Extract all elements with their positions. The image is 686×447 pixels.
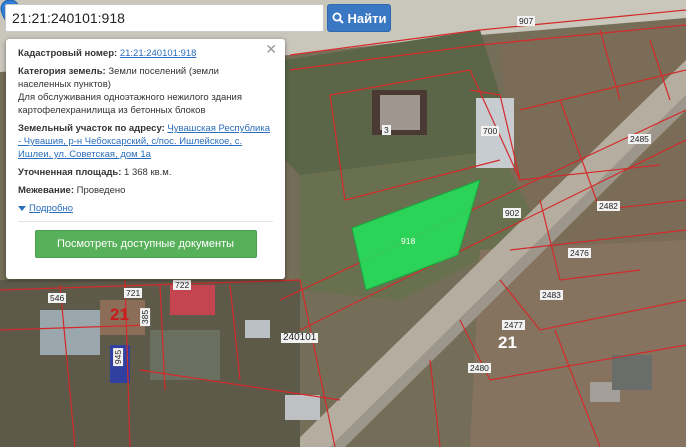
survey-row: Межевание: Проведено bbox=[18, 184, 273, 197]
parcel-label-902: 902 bbox=[503, 208, 522, 218]
parcel-label-385: 385 bbox=[140, 307, 151, 327]
parcel-label-3: 3 bbox=[382, 125, 391, 135]
parcel-info-popup: ✕ Кадастровый номер: 21:21:240101:918 Ка… bbox=[6, 39, 285, 279]
address-label: Земельный участок по адресу: bbox=[18, 123, 165, 134]
area-row: Уточненная площадь: 1 368 кв.м. bbox=[18, 166, 273, 179]
parcel-label-2477: 2477 bbox=[502, 320, 525, 330]
search-button-label: Найти bbox=[347, 10, 387, 26]
triangle-down-icon bbox=[18, 206, 26, 211]
details-toggle[interactable]: Подробно bbox=[18, 202, 273, 215]
divider bbox=[18, 221, 273, 222]
parcel-label-907: 907 bbox=[517, 16, 536, 26]
area-label: Уточненная площадь: bbox=[18, 167, 122, 178]
parcel-label-2476: 2476 bbox=[568, 248, 591, 258]
view-documents-button[interactable]: Посмотреть доступные документы bbox=[34, 230, 257, 258]
quarter-label-21: 21 bbox=[110, 305, 129, 324]
cadastral-label: Кадастровый номер: bbox=[18, 48, 118, 59]
parcel-label-918: 918 bbox=[401, 236, 416, 246]
area-value: 1 368 кв.м. bbox=[124, 167, 172, 178]
parcel-label-2480: 2480 bbox=[468, 363, 491, 373]
category-row: Категория земель: Земли поселений (земли… bbox=[18, 65, 273, 117]
survey-value: Проведено bbox=[76, 185, 126, 196]
purpose-value: Для обслуживания одноэтажного нежилого з… bbox=[18, 92, 242, 116]
parcel-label-722: 722 bbox=[173, 280, 192, 290]
quarter-label-240101: 240101 bbox=[281, 332, 319, 343]
quarter-label-21-second: 21 bbox=[498, 333, 517, 352]
parcel-label-2482: 2482 bbox=[597, 201, 620, 211]
parcel-label-721: 721 bbox=[124, 288, 143, 298]
cadastral-link[interactable]: 21:21:240101:918 bbox=[120, 48, 197, 59]
parcel-label-546: 546 bbox=[48, 293, 67, 303]
parcel-label-945: 945 bbox=[113, 347, 124, 367]
parcel-label-700: 700 bbox=[481, 126, 500, 136]
close-icon[interactable]: ✕ bbox=[265, 42, 277, 56]
category-label: Категория земель: bbox=[18, 66, 106, 77]
cadastral-row: Кадастровый номер: 21:21:240101:918 bbox=[18, 47, 273, 60]
search-input[interactable]: 21:21:240101:918 bbox=[5, 4, 324, 32]
search-button[interactable]: Найти bbox=[327, 4, 391, 32]
search-icon bbox=[332, 12, 344, 24]
address-row: Земельный участок по адресу: Чувашская Р… bbox=[18, 122, 273, 161]
parcel-label-2485: 2485 bbox=[628, 134, 651, 144]
details-link[interactable]: Подробно bbox=[29, 202, 73, 215]
parcel-label-2483: 2483 bbox=[540, 290, 563, 300]
survey-label: Межевание: bbox=[18, 185, 74, 196]
